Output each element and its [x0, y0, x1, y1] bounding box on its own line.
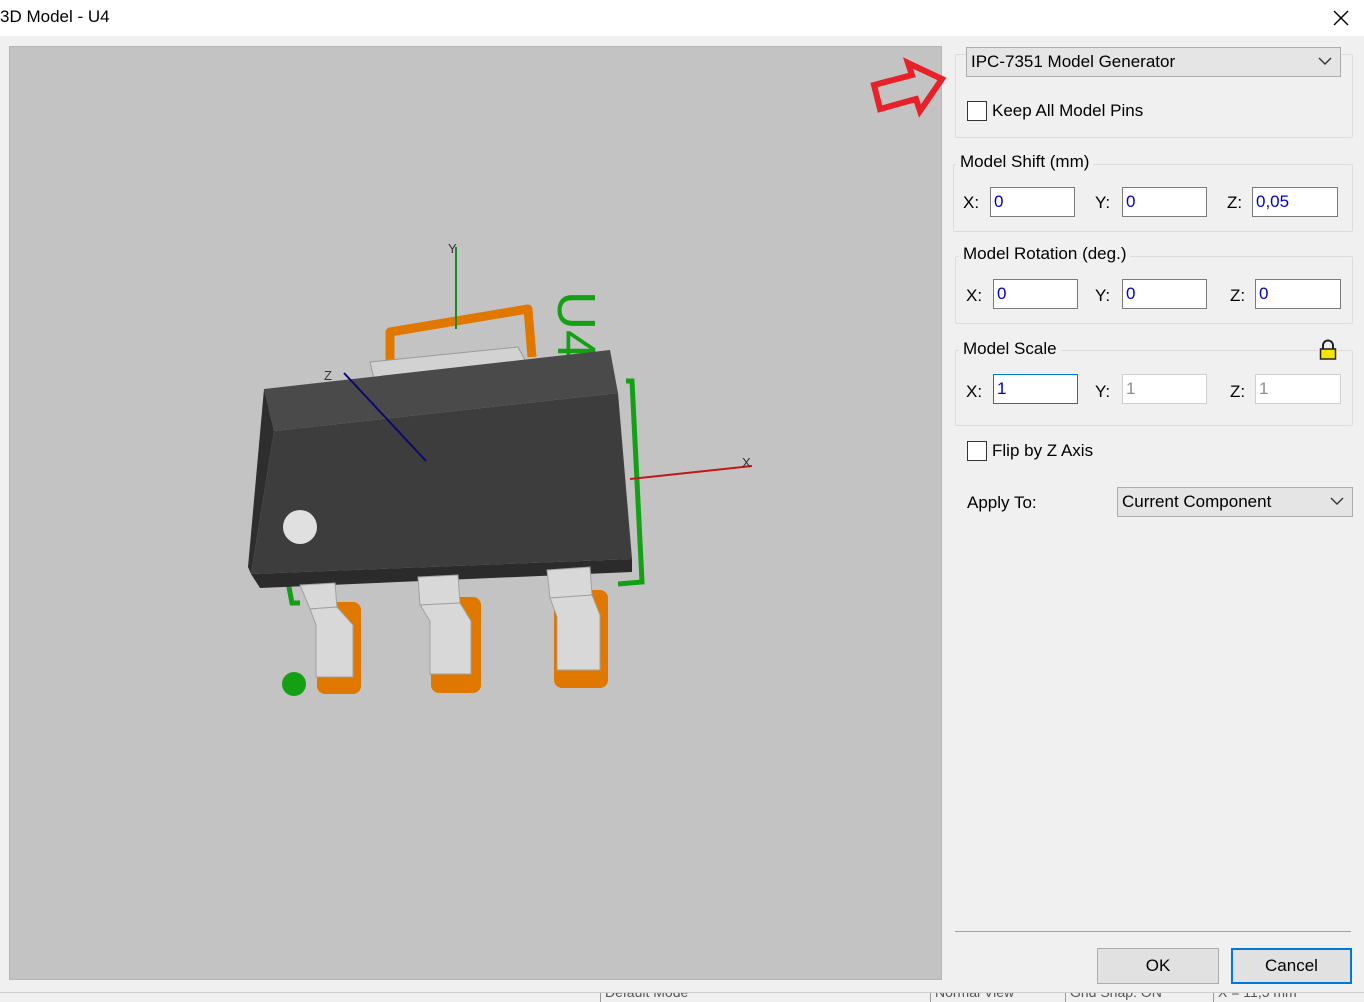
flip-z-checkbox[interactable] — [967, 441, 987, 461]
status-coord: X = 11,5 mm — [1218, 992, 1297, 1000]
rotation-z-input[interactable]: 0 — [1255, 279, 1341, 309]
lead-1 — [299, 582, 354, 678]
status-mode: Default Mode — [605, 992, 689, 1000]
status-view: Normal View — [935, 992, 1015, 1000]
z-axis-label: Z — [324, 368, 332, 383]
scale-x-label: X: — [966, 382, 983, 401]
annotation-arrow-icon — [870, 57, 947, 118]
status-bar: Default Mode Normal View Grid Snap: ON X… — [0, 992, 1364, 1002]
scale-z-label: Z: — [1230, 382, 1246, 401]
lead-2 — [417, 574, 472, 675]
status-grid: Grid Snap: ON — [1070, 992, 1162, 1000]
rotation-x-input[interactable]: 0 — [993, 279, 1078, 309]
generator-select-value: IPC-7351 Model Generator — [971, 52, 1176, 71]
lock-icon[interactable] — [1318, 339, 1338, 361]
scale-y-label: Y: — [1095, 382, 1111, 401]
close-icon — [1333, 10, 1349, 26]
y-axis-label: Y — [448, 241, 457, 256]
shift-title: Model Shift (mm) — [956, 152, 1094, 172]
x-axis-label: X — [742, 455, 751, 470]
rotation-title: Model Rotation (deg.) — [959, 244, 1131, 264]
scale-y-input: 1 — [1122, 374, 1207, 404]
apply-to-select-value: Current Component — [1122, 492, 1272, 511]
title-bar: 3D Model - U4 — [0, 0, 1364, 36]
pin1-marker — [282, 672, 306, 696]
window-title: 3D Model - U4 — [0, 7, 110, 26]
shift-y-input[interactable]: 0 — [1122, 187, 1207, 217]
scale-title: Model Scale — [959, 339, 1061, 359]
shift-z-input[interactable]: 0,05 — [1252, 187, 1338, 217]
3d-viewport[interactable]: U4 Y Z X — [9, 46, 942, 980]
cancel-button[interactable]: Cancel — [1231, 948, 1352, 984]
shift-y-label: Y: — [1095, 193, 1111, 212]
scale-z-input: 1 — [1255, 374, 1341, 404]
chevron-down-icon — [1318, 57, 1332, 65]
ok-button[interactable]: OK — [1097, 948, 1219, 984]
rotation-x-label: X: — [966, 286, 983, 305]
keep-pins-label: Keep All Model Pins — [992, 101, 1144, 120]
shift-x-input[interactable]: 0 — [990, 187, 1075, 217]
shift-x-label: X: — [963, 193, 980, 212]
shift-z-label: Z: — [1227, 193, 1243, 212]
generator-select[interactable]: IPC-7351 Model Generator — [966, 47, 1341, 77]
close-button[interactable] — [1318, 0, 1364, 36]
3d-model-render: U4 Y Z X — [248, 241, 753, 696]
rotation-y-label: Y: — [1095, 286, 1111, 305]
apply-to-label: Apply To: — [967, 493, 1037, 512]
scale-x-input[interactable]: 1 — [993, 374, 1078, 404]
pin1-dimple — [283, 510, 317, 544]
ref-designator: U4 — [546, 291, 606, 360]
chevron-down-icon — [1330, 497, 1344, 505]
rotation-y-input[interactable]: 0 — [1122, 279, 1207, 309]
apply-to-select[interactable]: Current Component — [1117, 487, 1353, 517]
button-separator — [955, 931, 1351, 932]
keep-pins-checkbox[interactable] — [967, 101, 987, 121]
flip-z-label: Flip by Z Axis — [992, 441, 1094, 460]
rotation-z-label: Z: — [1230, 286, 1246, 305]
x-axis-line — [629, 465, 753, 480]
